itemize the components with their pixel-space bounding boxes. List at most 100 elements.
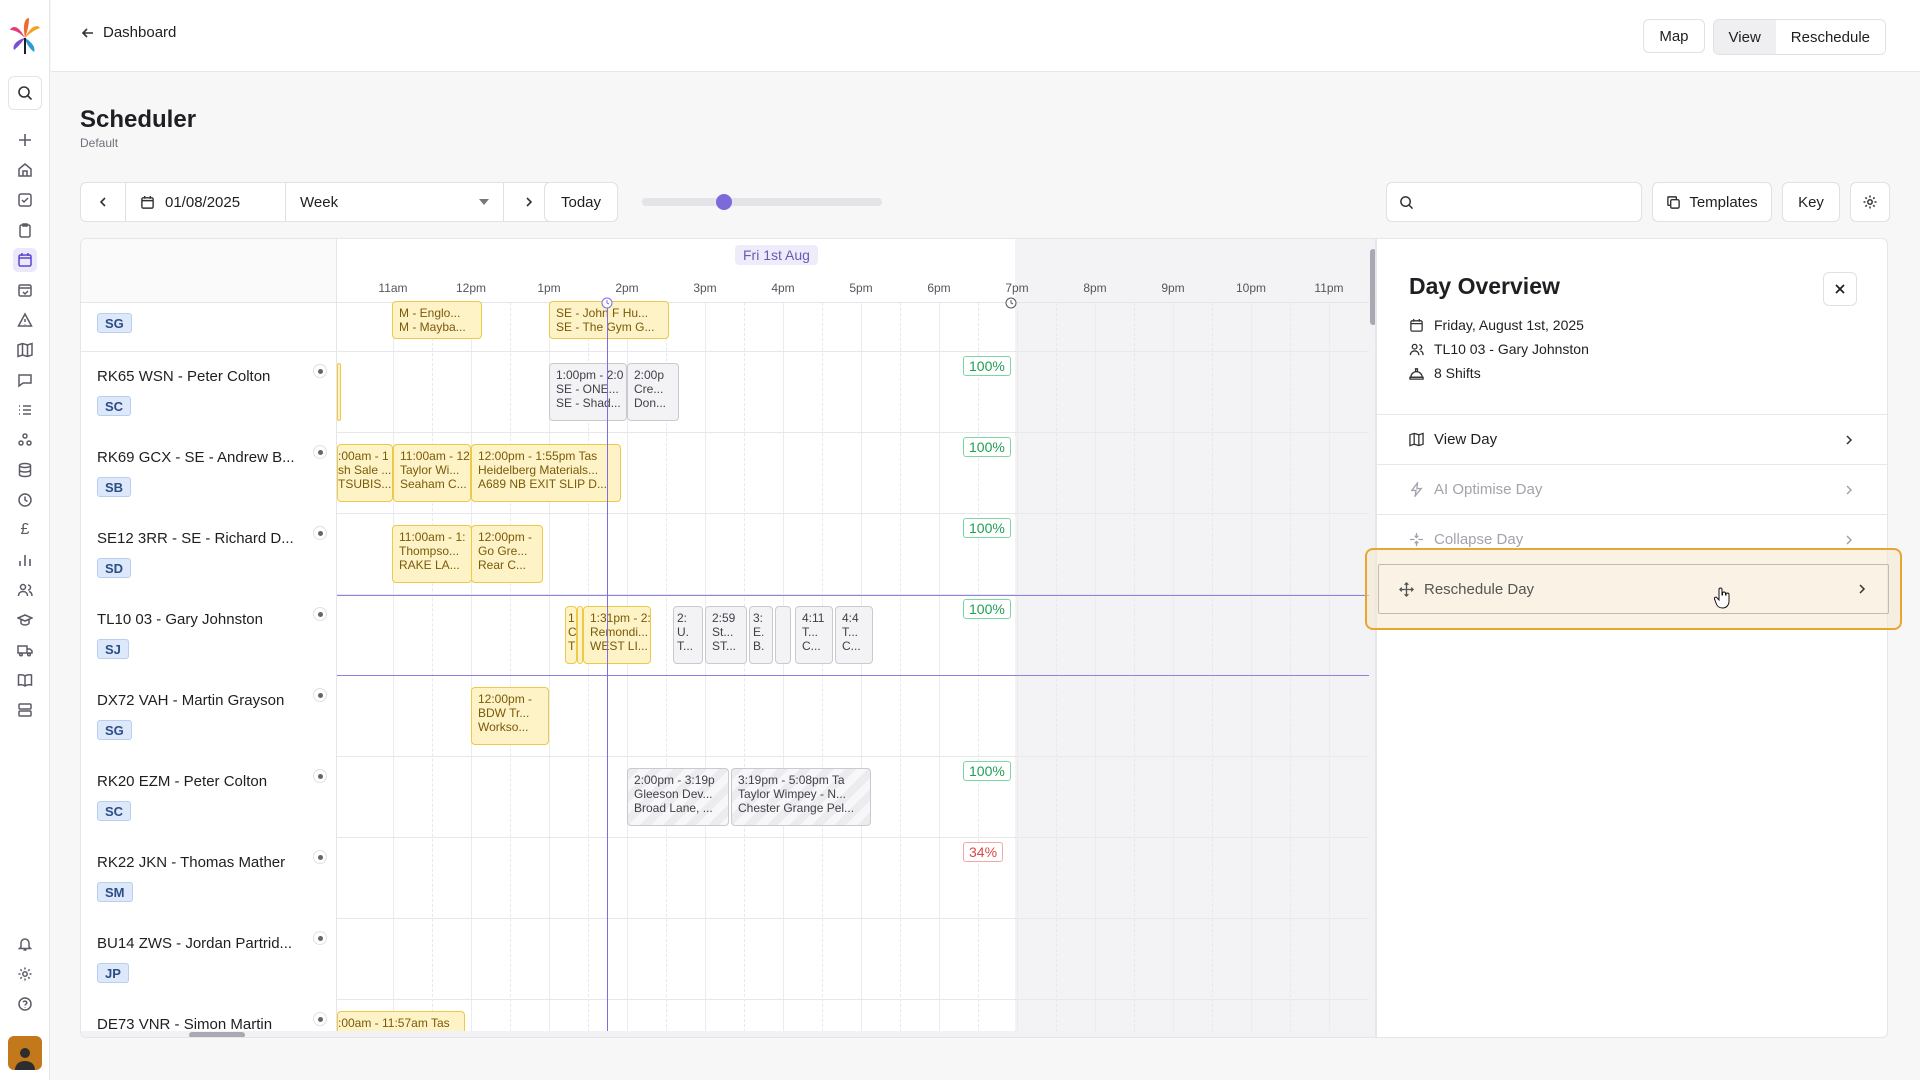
reschedule-day-option[interactable]: Reschedule Day	[1378, 564, 1889, 614]
status-dot-icon[interactable]	[313, 1012, 327, 1026]
shift-card[interactable]: 2:59 St... ST...	[705, 606, 747, 664]
gear-icon[interactable]	[13, 962, 37, 986]
shift-card[interactable]: 1:00pm - 2:0 SE - ONE... SE - Shad...	[549, 363, 627, 421]
hour-label: 1pm	[537, 281, 561, 295]
shift-line: Taylor Wimpey - N...	[738, 787, 847, 801]
bell-icon[interactable]	[13, 932, 37, 956]
view-day-option[interactable]: View Day	[1377, 414, 1887, 464]
status-dot-icon[interactable]	[313, 850, 327, 864]
scrollbar-thumb[interactable]	[189, 1032, 245, 1037]
shift-card[interactable]	[775, 606, 791, 664]
resource-row[interactable]: TL10 03 - Gary Johnston SJ	[81, 595, 337, 676]
shift-card[interactable]: 12:00pm - Go Gre... Rear C...	[471, 525, 543, 583]
warning-icon[interactable]	[13, 308, 37, 332]
prev-button[interactable]	[80, 182, 126, 222]
shift-card[interactable]: M - Englo... M - Mayba...	[392, 301, 482, 339]
shift-card[interactable]: 2: U. T...	[673, 606, 703, 664]
pound-icon[interactable]: £	[13, 518, 37, 542]
status-dot-icon[interactable]	[313, 607, 327, 621]
search-input[interactable]	[1423, 191, 1633, 215]
map-button[interactable]: Map	[1643, 19, 1705, 53]
users-icon[interactable]	[13, 578, 37, 602]
resource-row[interactable]: RK65 WSN - Peter Colton SC	[81, 352, 337, 433]
graduation-cap-icon[interactable]	[13, 608, 37, 632]
shift-card[interactable]: 3:19pm - 5:08pm Ta Taylor Wimpey - N... Ch…	[731, 768, 871, 826]
key-button[interactable]: Key	[1782, 182, 1840, 222]
resource-name: BU14 ZWS - Jordan Partrid...	[97, 935, 293, 952]
back-link[interactable]: Dashboard	[81, 24, 176, 41]
server-icon[interactable]	[13, 698, 37, 722]
shift-card[interactable]: 4:11 T... C...	[795, 606, 833, 664]
day-label[interactable]: Fri 1st Aug	[735, 245, 818, 265]
range-select[interactable]: Week	[286, 182, 504, 222]
calendar-check-icon[interactable]	[13, 278, 37, 302]
shift-card[interactable]: 2:00pm - 3:19p Gleeson Dev... Broad Lane, …	[627, 768, 729, 826]
hour-label: 11pm	[1314, 281, 1344, 295]
clock-icon[interactable]	[13, 488, 37, 512]
status-dot-icon[interactable]	[313, 526, 327, 540]
truck-icon[interactable]	[13, 638, 37, 662]
status-dot-icon[interactable]	[313, 769, 327, 783]
date-picker[interactable]: 01/08/2025	[126, 182, 286, 222]
status-dot-icon[interactable]	[313, 445, 327, 459]
clipboard-icon[interactable]	[13, 218, 37, 242]
vertical-scrollbar[interactable]	[1369, 239, 1375, 1037]
horizontal-scrollbar[interactable]	[81, 1031, 1369, 1037]
shift-card[interactable]: 4:4 T... C...	[835, 606, 873, 664]
chat-icon[interactable]	[13, 368, 37, 392]
shift-line: 1	[568, 611, 575, 625]
utilisation-badge: 100%	[963, 518, 1011, 538]
checkbox-icon[interactable]	[13, 188, 37, 212]
list-icon[interactable]	[13, 398, 37, 422]
shift-card[interactable]: 1:31pm - 2: Remondi... WEST LI...	[583, 606, 651, 664]
shift-line: 1:00pm - 2:0	[556, 368, 624, 382]
settings-button[interactable]	[1850, 182, 1890, 222]
ai-optimise-day-option[interactable]: AI Optimise Day	[1377, 464, 1887, 514]
bar-chart-icon[interactable]	[13, 548, 37, 572]
templates-button[interactable]: Templates	[1652, 182, 1772, 222]
utilisation-badge: 100%	[963, 437, 1011, 457]
network-icon[interactable]	[13, 428, 37, 452]
shift-card[interactable]: 12:00pm - 1:55pm Tas Heidelberg Materials…	[471, 444, 621, 502]
resource-row[interactable]: SE12 3RR - SE - Richard D... SD	[81, 514, 337, 595]
view-button[interactable]: View	[1713, 20, 1776, 54]
brand-logo[interactable]	[8, 16, 42, 56]
calendar-icon[interactable]	[13, 248, 37, 272]
panel-vehicle-row: TL10 03 - Gary Johnston	[1409, 341, 1589, 357]
shift-card[interactable]: 2:00p Cre... Don...	[627, 363, 679, 421]
utilisation-badge: 100%	[963, 599, 1011, 619]
resource-row[interactable]: BU14 ZWS - Jordan Partrid... JP	[81, 919, 337, 1000]
status-dot-icon[interactable]	[313, 364, 327, 378]
status-dot-icon[interactable]	[313, 931, 327, 945]
home-icon[interactable]	[13, 158, 37, 182]
database-icon[interactable]	[13, 458, 37, 482]
search-field[interactable]	[1386, 182, 1642, 222]
resource-row[interactable]: RK69 GCX - SE - Andrew B... SB	[81, 433, 337, 514]
shift-line: TSUBIS...	[338, 477, 392, 491]
shift-card[interactable]: 3: E. B.	[749, 606, 773, 664]
shift-card[interactable]: 12:00pm - BDW Tr... Workso...	[471, 687, 549, 745]
shift-card[interactable]: 11:00am - 12 Taylor Wi... Seaham C...	[393, 444, 471, 502]
close-button[interactable]	[1823, 272, 1857, 306]
zoom-slider-handle[interactable]	[715, 194, 732, 210]
avatar[interactable]	[8, 1036, 42, 1070]
shift-card[interactable]: :00am - 1 sh Sale ... TSUBIS...	[337, 444, 393, 502]
shift-card[interactable]	[337, 363, 341, 421]
resource-row[interactable]: RK22 JKN - Thomas Mather SM	[81, 838, 337, 919]
status-dot-icon[interactable]	[313, 688, 327, 702]
help-icon[interactable]	[13, 992, 37, 1016]
search-icon[interactable]	[8, 76, 42, 110]
resource-row[interactable]: RK20 EZM - Peter Colton SC	[81, 757, 337, 838]
plus-icon[interactable]	[13, 128, 37, 152]
resource-row[interactable]: SG	[81, 303, 337, 351]
hour-label: 7pm	[1005, 281, 1029, 295]
shift-card[interactable]: 11:00am - 1: Thompso... RAKE LA...	[392, 525, 472, 583]
shift-line: T...	[842, 625, 859, 639]
book-icon[interactable]	[13, 668, 37, 692]
zoom-slider[interactable]	[642, 194, 882, 210]
resource-row[interactable]: DX72 VAH - Martin Grayson SG	[81, 676, 337, 757]
map-icon[interactable]	[13, 338, 37, 362]
shift-card[interactable]: 1CT	[565, 606, 577, 664]
reschedule-button[interactable]: Reschedule	[1775, 20, 1885, 54]
today-button[interactable]: Today	[544, 182, 618, 222]
